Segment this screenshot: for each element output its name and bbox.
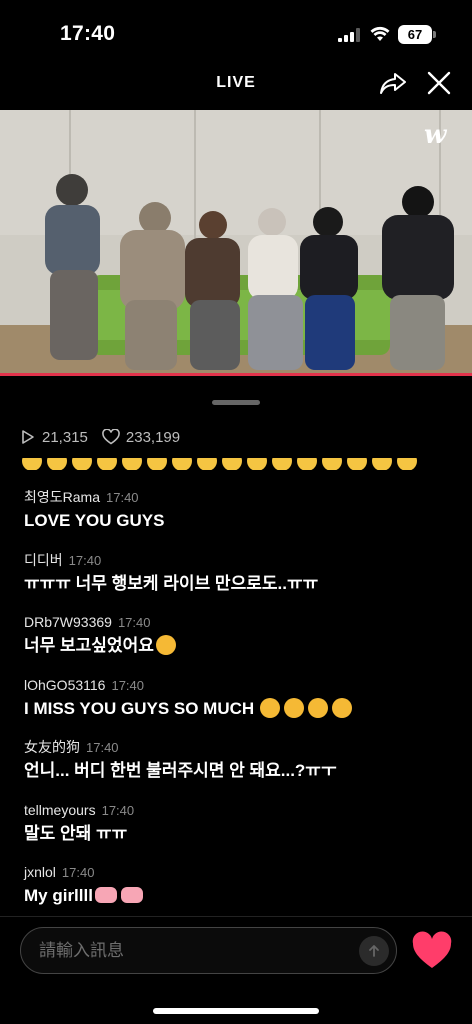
chat-message: lOhGO53116 17:40 I MISS YOU GUYS SO MUCH [24,674,454,737]
chat-username[interactable]: lOhGO53116 [24,677,105,693]
chat-list[interactable]: 최영도Rama 17:40 LOVE YOU GUYS 디디버 17:40 ㅠㅠㅠ … [24,486,454,924]
chat-message: 최영도Rama 17:40 LOVE YOU GUYS [24,486,454,549]
heart-like-button[interactable] [411,931,453,971]
drag-handle[interactable] [212,400,260,405]
play-icon [22,430,34,444]
chat-time: 17:40 [101,802,135,818]
crying-cat-icon [284,697,305,718]
signal-icon [338,28,360,42]
crying-cat-icon [260,697,281,718]
chat-text: 언니... 버디 한번 불러주시면 안 돼요...?ㅠㅜ [24,761,337,780]
like-count: 233,199 [102,429,180,446]
chat-username[interactable]: 최영도Rama [24,489,100,505]
message-input[interactable] [39,936,339,966]
send-button[interactable] [359,936,389,966]
video-frame [0,110,472,374]
live-video[interactable] [0,110,472,374]
chat-time: 17:40 [68,552,102,568]
play-count-value: 21,315 [42,428,88,446]
battery-cap [433,31,436,38]
chat-username[interactable]: jxnlol [24,864,56,880]
status-time: 17:40 [60,22,116,45]
arrow-up-icon [369,945,379,957]
chat-text: 너무 보고싶었어요 [24,636,154,655]
chat-text: I MISS YOU GUYS SO MUCH [24,698,255,718]
wifi-icon [370,26,390,41]
chat-text: ㅠㅠㅠ 너무 행보케 라이브 만으로도..ㅠㅠ [24,573,319,593]
chat-time: 17:40 [111,677,145,693]
message-input-container[interactable] [20,927,397,974]
chat-username[interactable]: tellmeyours [24,802,96,818]
video-progress-bar [0,373,472,376]
chat-username[interactable]: 디디버 [24,552,63,568]
like-count-value: 233,199 [125,428,181,446]
chat-message: 女友的狗 17:40 언니... 버디 한번 불러주시면 안 돼요...?ㅠㅜ [24,736,454,799]
weverse-logo: w [424,120,447,150]
chat-time: 17:40 [106,490,139,505]
chat-message: jxnlol 17:40 My girllll [24,861,454,924]
play-count: 21,315 [20,429,88,446]
chat-username[interactable]: 女友的狗 [24,739,80,755]
chat-message: DRb7W93369 17:40 너무 보고싶었어요 [24,611,454,674]
heart-hands-icon [120,887,143,903]
heart-hands-icon [94,887,117,903]
close-icon[interactable] [426,70,452,96]
chat-time: 17:40 [86,740,119,755]
top-bar: LIVE [0,64,472,110]
chat-time: 17:40 [61,865,95,880]
home-indicator [153,1008,319,1014]
emoji-row-partial [22,458,452,470]
battery-indicator: 67 [398,25,432,44]
chat-time: 17:40 [117,615,151,630]
chat-text: LOVE YOU GUYS [24,511,165,530]
status-bar: 17:40 67 [0,0,472,64]
pleading-face-icon [155,635,176,655]
input-divider [0,916,472,917]
live-stats: 21,315 233,199 [20,426,194,448]
chat-text: 말도 안돼 ㅠㅠ [24,823,128,843]
chat-message: tellmeyours 17:40 말도 안돼 ㅠㅠ [24,799,454,862]
heart-outline-icon [102,429,120,445]
chat-username[interactable]: DRb7W93369 [24,614,112,630]
chat-text: My girllll [24,886,93,905]
chat-message: 디디버 17:40 ㅠㅠㅠ 너무 행보케 라이브 만으로도..ㅠㅠ [24,549,454,612]
share-icon[interactable] [378,68,408,98]
crying-cat-icon [308,697,329,718]
crying-cat-icon [332,697,353,718]
